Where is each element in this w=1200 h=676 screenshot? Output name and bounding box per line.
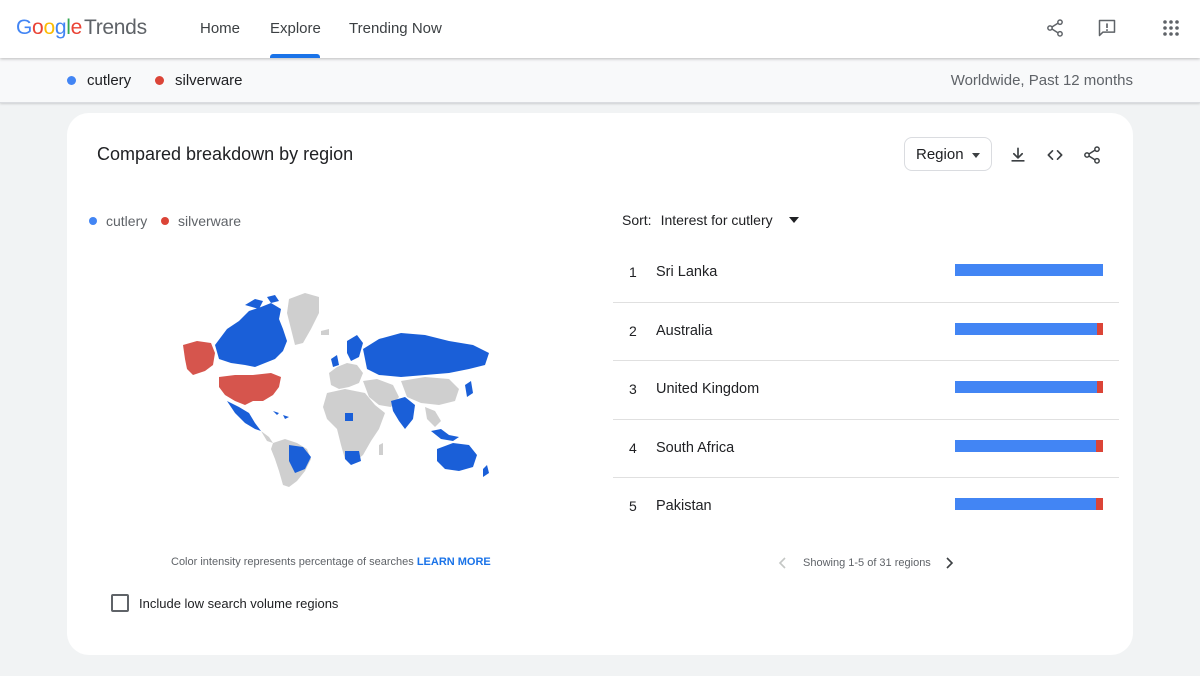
google-trends-logo[interactable]: GoogleTrends: [16, 16, 147, 40]
map-region-uk: [331, 355, 339, 367]
world-map[interactable]: [179, 289, 494, 489]
sort-value: Interest for cutlery: [660, 212, 773, 228]
region-rank: 5: [629, 498, 637, 514]
silverware-bar-segment: [1095, 498, 1103, 510]
silverware-bar-segment: [1097, 381, 1103, 393]
region-comparison-bar: [955, 322, 1103, 335]
map-region-south-africa: [345, 451, 361, 465]
card-title: Compared breakdown by region: [97, 144, 354, 164]
map-region-caribbean: [273, 411, 289, 419]
compare-term-silverware[interactable]: silverware: [155, 72, 243, 89]
map-region-nigeria: [345, 413, 353, 421]
compare-term-label: silverware: [175, 72, 243, 89]
share-icon[interactable]: [1041, 14, 1069, 42]
region-row[interactable]: 4 South Africa: [613, 420, 1119, 478]
map-region-madagascar: [379, 443, 383, 455]
map-region-indonesia-malaysia: [431, 429, 459, 441]
map-region-australia: [437, 443, 477, 471]
legend-label: cutlery: [106, 213, 148, 229]
download-icon[interactable]: [1006, 143, 1030, 167]
sort-label: Sort:: [622, 212, 652, 228]
silverware-color-dot: [155, 76, 164, 85]
region-name: South Africa: [656, 439, 735, 456]
previous-page-icon[interactable]: [773, 553, 793, 573]
cutlery-bar-segment: [955, 264, 1103, 276]
region-name: Pakistan: [656, 498, 712, 514]
map-region-mexico: [227, 401, 261, 431]
map-region-greenland: [287, 293, 319, 345]
learn-more-link[interactable]: LEARN MORE: [417, 556, 491, 568]
map-region-central-america: [261, 431, 273, 443]
dropdown-caret-icon: [972, 153, 980, 158]
map-region-canada: [215, 303, 287, 367]
legend-item-silverware: silverware: [161, 213, 241, 229]
resolution-dropdown-value: Region: [916, 146, 964, 163]
nav-explore[interactable]: Explore: [270, 0, 321, 58]
region-row[interactable]: 5 Pakistan: [613, 478, 1119, 537]
region-comparison-bar: [955, 498, 1103, 510]
next-page-icon[interactable]: [939, 553, 959, 573]
resolution-dropdown[interactable]: Region: [904, 137, 992, 171]
cutlery-bar-segment: [955, 381, 1098, 393]
sort-caret-icon[interactable]: [788, 217, 799, 223]
region-name: Australia: [656, 322, 713, 339]
region-name: Sri Lanka: [656, 264, 718, 280]
silverware-bar-segment: [1097, 322, 1103, 335]
cutlery-bar-segment: [955, 322, 1098, 335]
scope-label[interactable]: Worldwide, Past 12 months: [951, 72, 1133, 89]
cutlery-color-dot: [67, 76, 76, 85]
feedback-icon[interactable]: [1093, 14, 1121, 42]
region-name: United Kingdom: [656, 381, 760, 397]
region-rank: 1: [629, 264, 637, 280]
region-rank: 2: [629, 322, 637, 339]
region-row[interactable]: 3 United Kingdom: [613, 361, 1119, 420]
legend-dot: [161, 217, 169, 225]
low-volume-checkbox-row[interactable]: Include low search volume regions: [111, 594, 338, 612]
map-region-japan: [465, 381, 473, 397]
pagination-label: Showing 1-5 of 31 regions: [803, 557, 931, 569]
sort-control[interactable]: Sort: Interest for cutlery: [622, 212, 799, 228]
nav-active-indicator: [270, 54, 320, 58]
compare-terms-bar: cutlery silverware Worldwide, Past 12 mo…: [0, 58, 1200, 103]
map-region-iceland: [321, 329, 329, 335]
legend-label: silverware: [178, 213, 242, 229]
map-region-south-asia: [391, 397, 415, 429]
embed-icon[interactable]: [1043, 143, 1067, 167]
legend-item-cutlery: cutlery: [89, 213, 147, 229]
region-row[interactable]: 2 Australia: [613, 303, 1119, 361]
region-comparison-bar: [955, 264, 1103, 276]
share-icon[interactable]: [1080, 143, 1104, 167]
region-ranking-list: 1 Sri Lanka 2 Australia 3 United Kingdom…: [613, 244, 1119, 537]
cutlery-bar-segment: [955, 498, 1096, 510]
map-caption-text: Color intensity represents percentage of…: [171, 556, 417, 568]
nav-trending-now[interactable]: Trending Now: [349, 0, 442, 58]
pagination: Showing 1-5 of 31 regions: [773, 553, 959, 573]
top-app-bar: GoogleTrends Home Explore Trending Now: [0, 0, 1200, 58]
silverware-bar-segment: [1095, 439, 1103, 452]
region-comparison-bar: [955, 439, 1103, 452]
low-volume-checkbox[interactable]: [111, 594, 129, 612]
compare-term-cutlery[interactable]: cutlery: [67, 72, 131, 89]
nav-home[interactable]: Home: [200, 0, 240, 58]
map-region-southeast-asia: [425, 407, 441, 427]
legend-dot: [89, 217, 97, 225]
region-rank: 3: [629, 381, 637, 397]
map-region-alaska: [183, 341, 215, 375]
logo-trends-text: Trends: [83, 16, 147, 39]
regional-breakdown-card: Compared breakdown by region Region cutl…: [67, 113, 1133, 655]
map-region-usa: [219, 373, 281, 405]
map-region-scandinavia: [347, 335, 363, 361]
map-region-russia: [363, 333, 489, 377]
map-region-new-zealand: [483, 465, 489, 477]
map-caption: Color intensity represents percentage of…: [171, 556, 491, 568]
cutlery-bar-segment: [955, 439, 1096, 452]
low-volume-checkbox-label: Include low search volume regions: [139, 595, 339, 611]
compare-term-label: cutlery: [87, 72, 132, 89]
map-region-europe: [329, 363, 363, 389]
region-row[interactable]: 1 Sri Lanka: [613, 244, 1119, 303]
region-rank: 4: [629, 439, 637, 456]
apps-icon[interactable]: [1157, 14, 1185, 42]
region-comparison-bar: [955, 381, 1103, 393]
